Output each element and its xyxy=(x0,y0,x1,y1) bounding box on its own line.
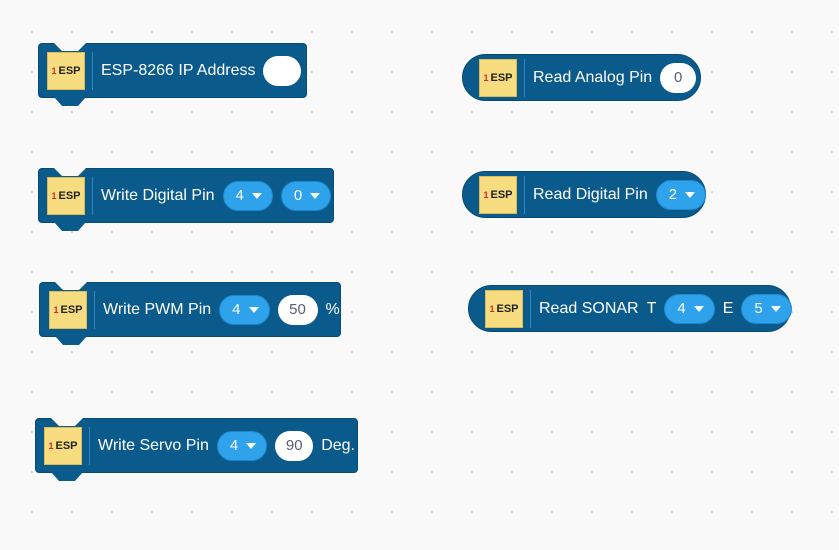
write-digital-pin-label: Write Digital Pin xyxy=(101,186,215,204)
write-pwm-pin-block[interactable]: 1 ESP Write PWM Pin 4 50 % xyxy=(39,282,341,345)
block-notch-bottom xyxy=(54,97,86,106)
block-notch-top xyxy=(54,43,86,51)
block-notch-top xyxy=(51,418,83,426)
caret-down-icon xyxy=(693,305,704,312)
block-separator xyxy=(94,290,95,329)
degree-unit-label: Deg. xyxy=(321,436,355,454)
block-separator xyxy=(92,176,93,215)
pin-dropdown[interactable]: 4 xyxy=(216,430,268,461)
pin-dropdown[interactable]: 4 xyxy=(219,294,270,325)
block-notch-bottom xyxy=(54,222,86,231)
esp-extension-icon: 1 ESP xyxy=(479,175,517,214)
caret-down-icon xyxy=(248,306,259,313)
read-digital-pin-block[interactable]: 1 ESP Read Digital Pin 2 xyxy=(462,171,707,218)
echo-label: E xyxy=(722,299,734,317)
echo-pin-dropdown[interactable]: 5 xyxy=(741,293,792,324)
block-separator xyxy=(524,58,525,97)
esp-extension-icon: 1 ESP xyxy=(485,289,523,328)
read-sonar-block[interactable]: 1 ESP Read SONAR T 4 E 5 xyxy=(468,285,792,332)
block-separator xyxy=(530,289,531,328)
trigger-label: T xyxy=(646,299,657,317)
esp-extension-icon: 1 ESP xyxy=(47,176,85,215)
esp-extension-icon: 1 ESP xyxy=(44,426,82,465)
ip-address-label: ESP-8266 IP Address xyxy=(101,61,256,79)
caret-down-icon xyxy=(246,442,257,449)
caret-down-icon xyxy=(251,192,262,199)
block-separator xyxy=(524,175,525,214)
esp-extension-icon: 1 ESP xyxy=(49,290,87,329)
write-pwm-pin-label: Write PWM Pin xyxy=(103,300,212,318)
ip-address-input[interactable] xyxy=(263,55,302,86)
pwm-value-input[interactable]: 50 xyxy=(277,294,318,325)
write-servo-pin-block[interactable]: 1 ESP Write Servo Pin 4 90 Deg. xyxy=(35,418,358,481)
block-notch-top xyxy=(54,168,86,176)
block-notch-top xyxy=(55,282,87,290)
write-digital-pin-block[interactable]: 1 ESP Write Digital Pin 4 0 xyxy=(38,168,334,231)
read-analog-pin-block[interactable]: 1 ESP Read Analog Pin 0 xyxy=(462,54,701,101)
pin-dropdown[interactable]: 4 xyxy=(222,180,273,211)
analog-pin-input[interactable]: 0 xyxy=(660,62,697,93)
esp-extension-icon: 1 ESP xyxy=(479,58,517,97)
ip-address-block[interactable]: 1 ESP ESP-8266 IP Address xyxy=(38,43,307,106)
trigger-pin-dropdown[interactable]: 4 xyxy=(664,293,715,324)
read-analog-pin-label: Read Analog Pin xyxy=(533,68,653,86)
value-dropdown[interactable]: 0 xyxy=(280,180,332,211)
percent-unit-label: % xyxy=(325,300,340,318)
pin-dropdown[interactable]: 2 xyxy=(655,179,707,210)
read-digital-pin-label: Read Digital Pin xyxy=(533,185,648,203)
block-separator xyxy=(92,51,93,90)
block-notch-bottom xyxy=(51,472,83,481)
esp-extension-icon: 1 ESP xyxy=(47,51,85,90)
block-notch-bottom xyxy=(55,336,87,345)
write-servo-pin-label: Write Servo Pin xyxy=(98,436,209,454)
servo-angle-input[interactable]: 90 xyxy=(275,430,314,461)
block-separator xyxy=(89,426,90,465)
caret-down-icon xyxy=(310,192,321,199)
read-sonar-label: Read SONAR xyxy=(539,299,639,317)
caret-down-icon xyxy=(685,191,696,198)
caret-down-icon xyxy=(770,305,781,312)
